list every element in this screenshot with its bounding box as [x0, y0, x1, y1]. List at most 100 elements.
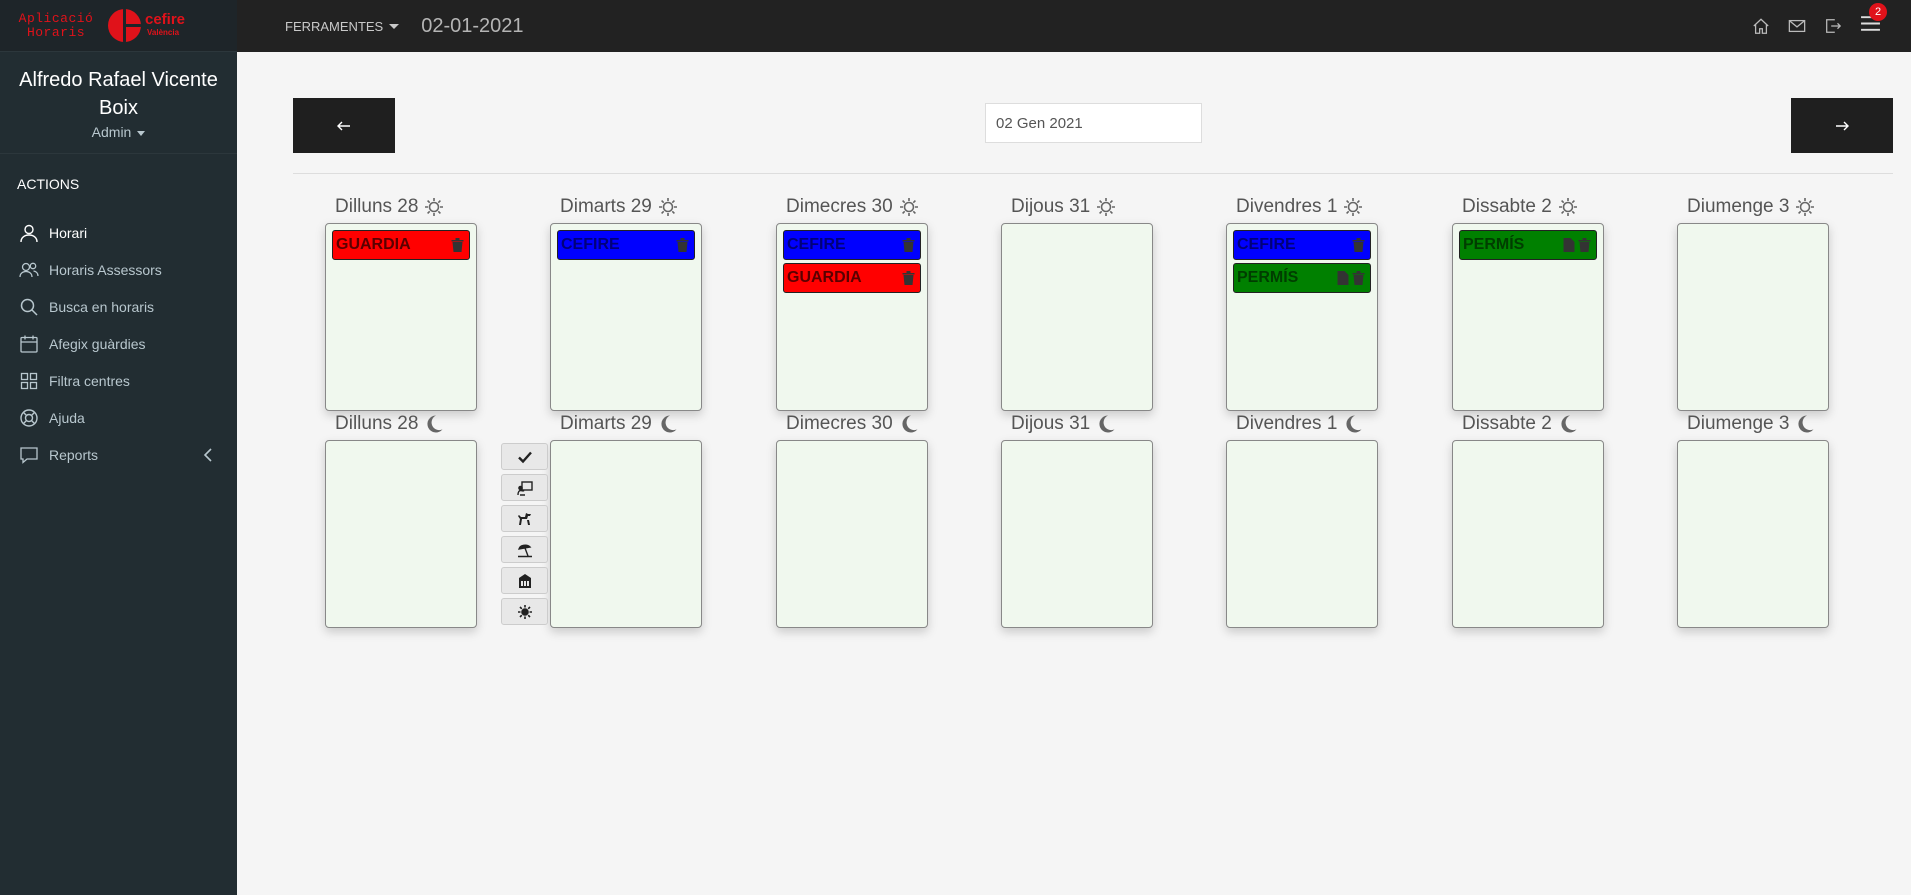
morning-day-slot[interactable]: PERMÍS	[1452, 223, 1604, 411]
lifebuoy-icon	[20, 408, 38, 427]
tools-dropdown[interactable]: FERRAMENTES	[285, 19, 400, 34]
afternoon-day-label: Dilluns 28	[335, 413, 444, 435]
day-label-text: Dimecres 30	[786, 413, 893, 434]
morning-day-label: Dimarts 29	[560, 196, 678, 218]
sun-icon	[517, 604, 532, 619]
morning-day-label: Dijous 31	[1011, 196, 1116, 218]
trash-icon[interactable]	[901, 270, 916, 286]
holiday-tool-button[interactable]	[501, 536, 548, 563]
morning-day-label: Dilluns 28	[335, 196, 444, 218]
afternoon-day-slot[interactable]	[1001, 440, 1153, 628]
visit-tool-button[interactable]	[501, 505, 548, 532]
user-panel: Alfredo Rafael Vicente Boix Admin	[0, 52, 237, 154]
user-role-dropdown[interactable]: Admin	[0, 124, 237, 140]
day-label-text: Dijous 31	[1011, 413, 1091, 434]
logo-word: cefire	[145, 10, 186, 28]
afternoon-day-label: Dimecres 30	[786, 413, 919, 435]
event-label: PERMÍS	[1237, 269, 1299, 286]
event-type-toolbar	[501, 443, 548, 629]
sun-icon	[658, 198, 677, 216]
morning-day-slot[interactable]	[1001, 223, 1153, 411]
event-cefire[interactable]: CEFIRE	[1233, 230, 1371, 260]
sidebar: Aplicació Horaris cefire València Alfred…	[0, 0, 237, 895]
morning-day-slot[interactable]: CEFIRE GUARDIA	[776, 223, 928, 411]
afternoon-day-label: Dimarts 29	[560, 413, 678, 435]
previous-week-button[interactable]	[293, 98, 395, 153]
trash-icon[interactable]	[1351, 270, 1366, 286]
cefire-logo-icon	[108, 9, 141, 42]
morning-day-slot[interactable]: CEFIRE	[550, 223, 702, 411]
top-navbar: FERRAMENTES 02-01-2021 2	[237, 0, 1911, 52]
sun-icon	[1097, 198, 1116, 216]
trash-icon[interactable]	[450, 237, 465, 253]
user-name: Alfredo Rafael Vicente Boix	[19, 69, 218, 119]
confirm-tool-button[interactable]	[501, 443, 548, 470]
arrow-right-icon	[1836, 121, 1849, 130]
afternoon-day-slot[interactable]	[776, 440, 928, 628]
afternoon-day-label: Divendres 1	[1236, 413, 1363, 435]
caret-down-icon	[389, 23, 400, 29]
sidebar-item-horaris-assessors[interactable]: Horaris Assessors	[0, 251, 237, 288]
sidebar-item-horari[interactable]: Horari	[0, 214, 237, 251]
sun-icon	[1344, 198, 1363, 216]
event-cefire[interactable]: CEFIRE	[783, 230, 921, 260]
event-guardia[interactable]: GUARDIA	[332, 230, 470, 260]
sidebar-item-filtra-centres[interactable]: Filtra centres	[0, 362, 237, 399]
teacher-board-icon	[516, 480, 533, 496]
morning-day-label: Dimecres 30	[786, 196, 919, 218]
beach-umbrella-icon	[517, 544, 532, 557]
event-guardia[interactable]: GUARDIA	[783, 263, 921, 293]
trash-icon[interactable]	[675, 237, 690, 253]
event-cefire[interactable]: CEFIRE	[557, 230, 695, 260]
afternoon-day-slot[interactable]	[1452, 440, 1604, 628]
event-permis[interactable]: PERMÍS	[1233, 263, 1371, 293]
sidebar-item-reports[interactable]: Reports	[0, 436, 237, 473]
event-label: GUARDIA	[336, 236, 411, 253]
day-label-text: Dimarts 29	[560, 196, 652, 217]
morning-day-slot[interactable]	[1677, 223, 1829, 411]
arrow-left-icon	[337, 121, 350, 130]
user-role-label: Admin	[91, 124, 132, 140]
sidebar-item-ajuda[interactable]: Ajuda	[0, 399, 237, 436]
afternoon-day-slot[interactable]	[550, 440, 702, 628]
date-picker-input[interactable]	[985, 103, 1202, 143]
trash-icon[interactable]	[901, 237, 916, 253]
event-label: CEFIRE	[787, 236, 846, 253]
logo-sub: València	[147, 27, 180, 37]
morning-tool-button[interactable]	[501, 598, 548, 625]
event-permis[interactable]: PERMÍS	[1459, 230, 1597, 260]
course-tool-button[interactable]	[501, 474, 548, 501]
sidebar-item-busca-horaris[interactable]: Busca en horaris	[0, 288, 237, 325]
afternoon-day-slot[interactable]	[325, 440, 477, 628]
sun-icon	[1558, 198, 1577, 216]
day-label-text: Dilluns 28	[335, 196, 419, 217]
moon-icon	[661, 415, 677, 433]
day-label-text: Dissabte 2	[1462, 196, 1552, 217]
menu-toggle[interactable]: 2	[1860, 3, 1887, 39]
trash-icon[interactable]	[1577, 237, 1592, 253]
afternoon-day-slot[interactable]	[1226, 440, 1378, 628]
mail-icon[interactable]	[1788, 17, 1806, 35]
chevron-left-icon[interactable]	[203, 448, 213, 462]
school-tool-button[interactable]	[501, 567, 548, 594]
day-label-text: Diumenge 3	[1687, 413, 1790, 434]
event-label: GUARDIA	[787, 269, 862, 286]
sidebar-item-afegix-guardies[interactable]: Afegix guàrdies	[0, 325, 237, 362]
menu-header: ACTIONS	[17, 176, 80, 192]
home-icon[interactable]	[1752, 17, 1770, 35]
afternoon-day-slot[interactable]	[1677, 440, 1829, 628]
next-week-button[interactable]	[1791, 98, 1893, 153]
file-icon[interactable]	[1335, 270, 1350, 286]
trash-icon[interactable]	[1351, 237, 1366, 253]
user-icon	[20, 224, 38, 242]
morning-day-slot[interactable]: GUARDIA	[325, 223, 477, 411]
afternoon-day-label: Dissabte 2	[1462, 413, 1578, 435]
day-label-text: Dimecres 30	[786, 196, 893, 217]
logout-icon[interactable]	[1824, 17, 1842, 35]
morning-day-slot[interactable]: CEFIRE PERMÍS	[1226, 223, 1378, 411]
sun-icon	[899, 198, 918, 216]
notification-badge: 2	[1869, 3, 1887, 21]
file-icon[interactable]	[1561, 237, 1576, 253]
sidebar-item-label: Ajuda	[49, 409, 85, 426]
brand-header[interactable]: Aplicació Horaris cefire València	[0, 0, 237, 52]
